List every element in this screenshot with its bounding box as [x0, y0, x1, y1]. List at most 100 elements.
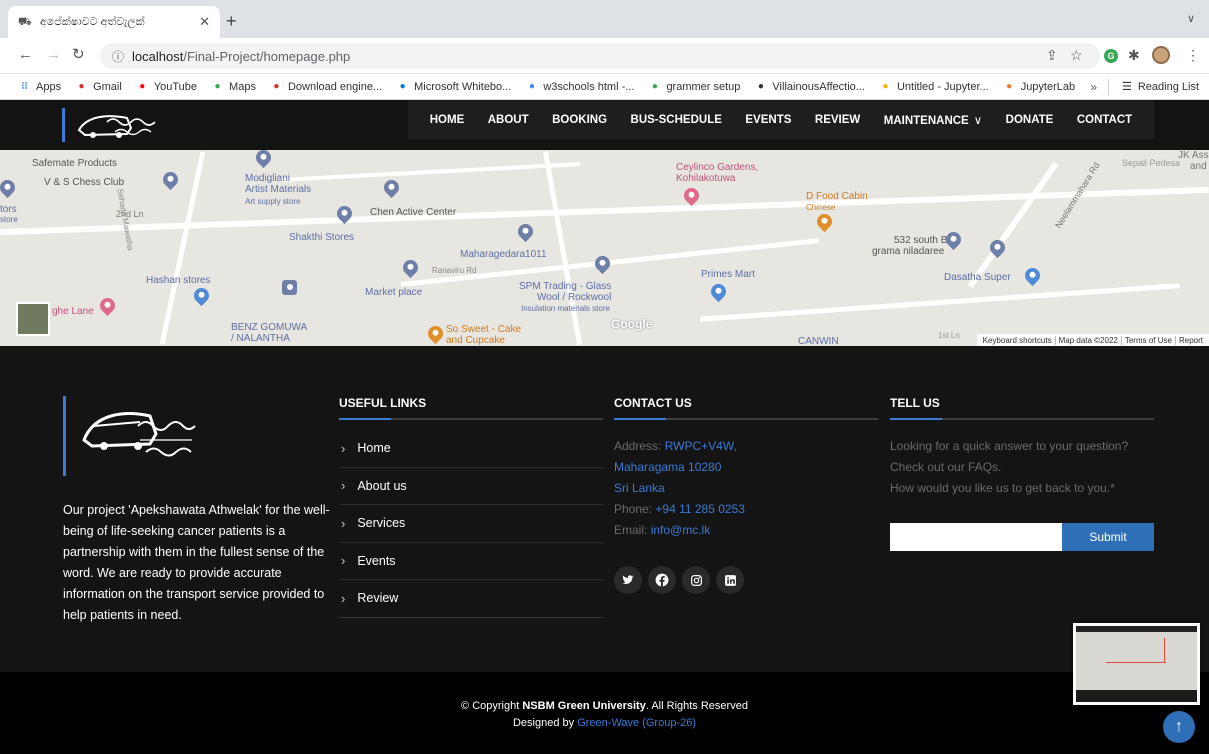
- map-label[interactable]: Insulation materials store: [521, 303, 610, 314]
- map-label[interactable]: D Food Cabin: [806, 191, 868, 202]
- bookmarks-overflow-icon[interactable]: »: [1090, 80, 1097, 94]
- bookmark-item[interactable]: ● Gmail: [75, 81, 122, 93]
- map-pin-icon[interactable]: [707, 280, 730, 303]
- map-label[interactable]: SPM Trading - Glass: [519, 281, 611, 292]
- linkedin-icon[interactable]: [716, 566, 744, 594]
- nav-about[interactable]: ABOUT: [488, 114, 529, 126]
- tab-search-chevron-icon[interactable]: ∨: [1187, 12, 1195, 25]
- map-label[interactable]: Primes Mart: [701, 269, 755, 280]
- nav-home[interactable]: HOME: [430, 114, 465, 126]
- nav-donate[interactable]: DONATE: [1006, 114, 1054, 126]
- bookmark-item[interactable]: ● VillainousAffectio...: [754, 81, 865, 93]
- map-label[interactable]: and: [1190, 161, 1207, 172]
- email-link[interactable]: info@mc.lk: [651, 523, 711, 537]
- map-label[interactable]: Artist Materials: [245, 184, 311, 195]
- facebook-icon[interactable]: [648, 566, 676, 594]
- map-pin-icon[interactable]: [514, 220, 537, 243]
- nav-events[interactable]: EVENTS: [745, 114, 791, 126]
- map-label[interactable]: V & S Chess Club: [44, 177, 124, 188]
- browser-tab[interactable]: ⛟ අපේක්ෂාවට අත්වැලක් ✕: [8, 6, 220, 38]
- map-label[interactable]: Art supply store: [245, 196, 301, 207]
- map-label[interactable]: Dasatha Super: [944, 272, 1011, 283]
- nav-contact[interactable]: CONTACT: [1077, 114, 1132, 126]
- bookmark-star-icon[interactable]: ☆: [1070, 47, 1083, 63]
- back-icon[interactable]: ←: [18, 46, 33, 64]
- instagram-icon[interactable]: [682, 566, 710, 594]
- map-label[interactable]: Kohilakotuwa: [676, 173, 735, 184]
- map-label[interactable]: Market place: [365, 287, 422, 298]
- map-label[interactable]: Modigliani: [245, 173, 290, 184]
- designer-link[interactable]: Green-Wave (Group-26): [577, 717, 696, 729]
- map-label[interactable]: grama niladaree: [872, 246, 944, 257]
- bookmark-item[interactable]: ● w3schools html -...: [525, 81, 635, 93]
- footer-link[interactable]: › Services: [339, 505, 603, 543]
- map-label[interactable]: JK Asso: [1178, 150, 1209, 161]
- site-info-icon[interactable]: ⓘ: [112, 48, 124, 65]
- report-link[interactable]: Report: [1176, 336, 1206, 345]
- browser-menu-icon[interactable]: ⋮: [1186, 47, 1200, 63]
- bookmark-item[interactable]: ● Microsoft Whitebo...: [396, 81, 512, 93]
- map-satellite-toggle[interactable]: [16, 302, 50, 336]
- forward-icon[interactable]: →: [46, 46, 61, 64]
- nav-booking[interactable]: BOOKING: [552, 114, 607, 126]
- bookmark-item[interactable]: ● YouTube: [136, 81, 197, 93]
- map-label[interactable]: CANWIN: [798, 336, 839, 346]
- twitter-icon[interactable]: [614, 566, 642, 594]
- new-tab-icon[interactable]: +: [226, 12, 237, 30]
- map-label[interactable]: Chen Active Center: [370, 207, 456, 218]
- footer-link[interactable]: › About us: [339, 468, 603, 505]
- phone-value[interactable]: +94 11 285 0253: [655, 502, 745, 516]
- footer-link[interactable]: › Review: [339, 580, 603, 618]
- url-bar[interactable]: ⓘ localhost /Final-Project/homepage.php: [100, 43, 1100, 69]
- map-label[interactable]: Chinese: [806, 202, 835, 213]
- map-pin-icon[interactable]: [0, 176, 19, 199]
- nav-review[interactable]: REVIEW: [815, 114, 860, 126]
- nav-bus-schedule[interactable]: BUS-SCHEDULE: [631, 114, 722, 126]
- reload-icon[interactable]: ↻: [72, 46, 85, 64]
- map-pin-icon[interactable]: [380, 176, 403, 199]
- feedback-input[interactable]: [890, 523, 1062, 551]
- page-preview-thumbnail[interactable]: [1073, 623, 1200, 705]
- map-label[interactable]: So Sweet - Cake: [446, 324, 521, 335]
- profile-avatar-icon[interactable]: [1152, 46, 1170, 64]
- site-logo[interactable]: [62, 108, 172, 142]
- bookmark-item[interactable]: ● Download engine...: [270, 81, 382, 93]
- map-label[interactable]: store: [0, 214, 18, 225]
- google-map[interactable]: Safemate Products V & S Chess Club Modig…: [0, 150, 1209, 346]
- extensions-puzzle-icon[interactable]: ✱: [1128, 47, 1140, 63]
- map-pin-icon[interactable]: [591, 252, 614, 275]
- map-pin-icon[interactable]: [680, 184, 703, 207]
- map-label[interactable]: ghe Lane: [52, 306, 94, 317]
- submit-button[interactable]: Submit: [1062, 523, 1154, 551]
- terms-of-use-link[interactable]: Terms of Use: [1122, 335, 1176, 345]
- map-pin-icon[interactable]: [399, 256, 422, 279]
- map-label[interactable]: Safemate Products: [32, 158, 117, 169]
- map-pin-icon[interactable]: [159, 168, 182, 191]
- map-pin-icon[interactable]: [96, 294, 119, 317]
- footer-link[interactable]: › Home: [339, 430, 603, 468]
- map-label[interactable]: Ceylinco Gardens,: [676, 162, 758, 173]
- map-label[interactable]: Maharagedara1011: [460, 249, 547, 260]
- google-logo[interactable]: Google: [611, 317, 652, 331]
- map-label[interactable]: BENZ GOMUWA: [231, 322, 307, 333]
- map-pin-icon[interactable]: [1021, 264, 1044, 287]
- map-label[interactable]: Hashan stores: [146, 275, 210, 286]
- close-tab-icon[interactable]: ✕: [199, 14, 210, 30]
- keyboard-shortcuts-link[interactable]: Keyboard shortcuts: [980, 335, 1056, 345]
- bookmark-item[interactable]: ● JupyterLab: [1003, 81, 1075, 93]
- bookmark-item[interactable]: ● grammer setup: [648, 81, 741, 93]
- map-pin-icon[interactable]: [424, 322, 447, 345]
- reading-list-button[interactable]: ☰ Reading List: [1122, 80, 1199, 94]
- map-pin-icon[interactable]: [190, 284, 213, 307]
- share-icon[interactable]: ⇪: [1046, 47, 1058, 63]
- grammarly-extension-icon[interactable]: G: [1104, 49, 1118, 63]
- bookmark-item[interactable]: ⁝⁝ Apps: [18, 81, 61, 93]
- map-label[interactable]: Wool / Rockwool: [537, 292, 611, 303]
- map-label[interactable]: 532 south B: [894, 235, 947, 246]
- bookmark-item[interactable]: ● Maps: [211, 81, 256, 93]
- map-pin-icon[interactable]: [813, 210, 836, 233]
- map-label[interactable]: Shakthi Stores: [289, 232, 354, 243]
- map-pin-icon[interactable]: [252, 150, 275, 169]
- map-label[interactable]: and Cupcake: [446, 335, 505, 346]
- bookmark-item[interactable]: ● Untitled - Jupyter...: [879, 81, 988, 93]
